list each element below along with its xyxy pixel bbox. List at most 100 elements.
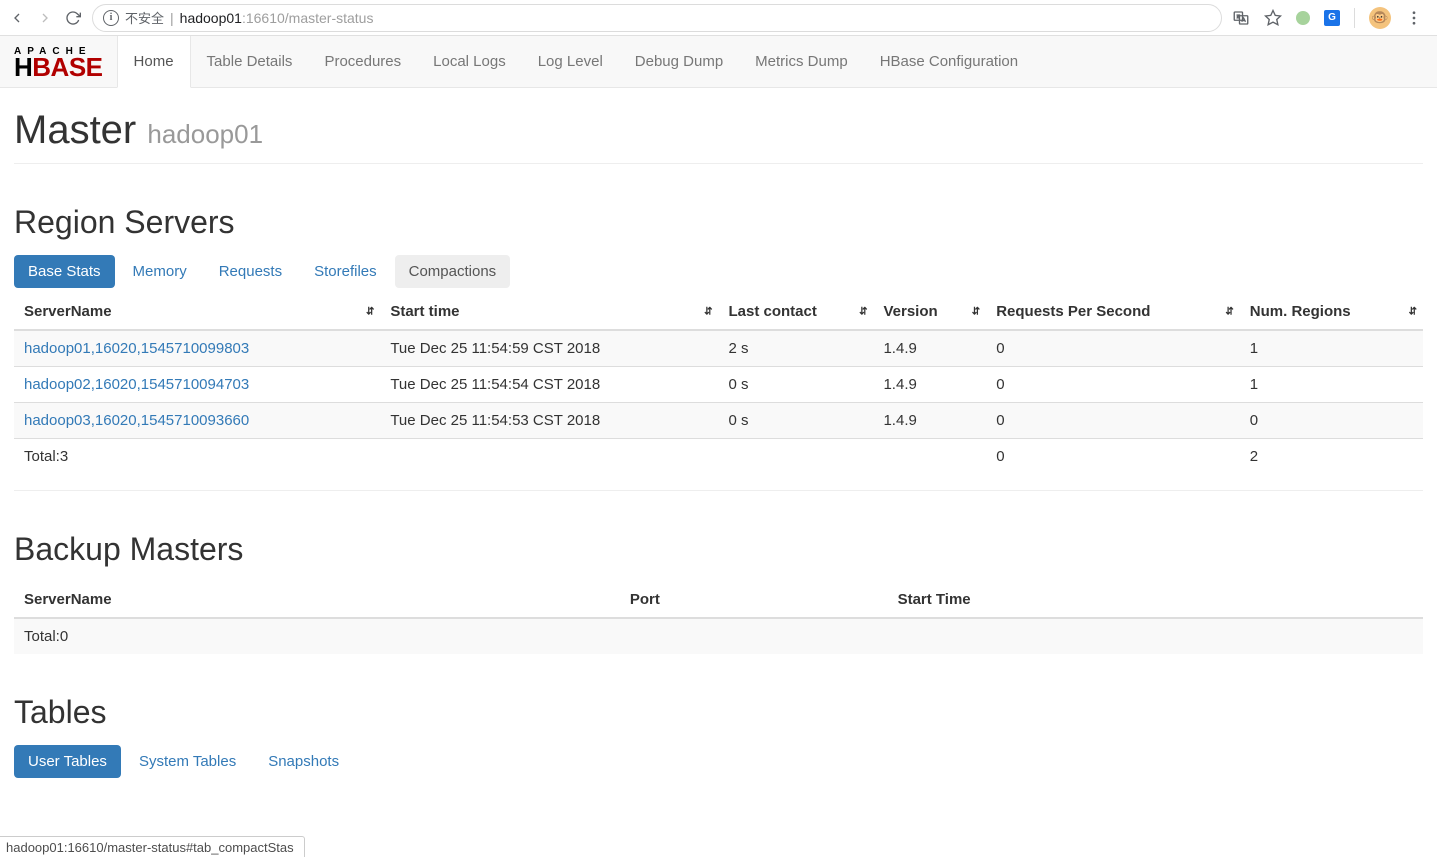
nav-item-table-details[interactable]: Table Details	[191, 36, 309, 87]
server-link[interactable]: hadoop03,16020,1545710093660	[24, 412, 249, 429]
nav-item-procedures[interactable]: Procedures	[308, 36, 417, 87]
url-port: :16610	[242, 10, 285, 26]
info-icon[interactable]: i	[103, 10, 119, 26]
column-header[interactable]: Requests Per Second⇵	[986, 294, 1240, 330]
cell-regions: 1	[1240, 367, 1423, 403]
main-navbar: APACHE HBASE HomeTable DetailsProcedures…	[0, 36, 1437, 88]
cell-last: 0 s	[718, 367, 873, 403]
column-header[interactable]: Start time⇵	[380, 294, 718, 330]
tab-link[interactable]: System Tables	[125, 745, 250, 778]
sort-icon[interactable]: ⇵	[1225, 306, 1231, 317]
cell-rps: 0	[986, 403, 1240, 439]
tab-link[interactable]: Storefiles	[300, 255, 391, 288]
footer-cell	[380, 439, 718, 475]
footer-cell	[873, 439, 986, 475]
region-servers-tabs: Base StatsMemoryRequestsStorefilesCompac…	[14, 255, 1423, 288]
tables-heading: Tables	[14, 694, 1423, 731]
nav-link[interactable]: Home	[117, 36, 191, 88]
page-title-text: Master	[14, 108, 136, 152]
nav-item-log-level[interactable]: Log Level	[522, 36, 619, 87]
nav-link[interactable]: Metrics Dump	[739, 36, 864, 87]
tab-link[interactable]: User Tables	[14, 745, 121, 778]
logo-main-text: HBASE	[14, 56, 103, 79]
sort-icon[interactable]: ⇵	[859, 306, 865, 317]
column-header[interactable]: Last contact⇵	[718, 294, 873, 330]
tab-link[interactable]: Base Stats	[14, 255, 115, 288]
extension-green-icon[interactable]	[1296, 11, 1310, 25]
nav-link[interactable]: Local Logs	[417, 36, 522, 87]
cell-rps: 0	[986, 367, 1240, 403]
cell-regions: 0	[1240, 403, 1423, 439]
nav-link[interactable]: Procedures	[308, 36, 417, 87]
column-header[interactable]: Start Time	[888, 582, 1423, 618]
sort-icon[interactable]: ⇵	[704, 306, 710, 317]
brand-logo[interactable]: APACHE HBASE	[0, 36, 117, 87]
sort-icon[interactable]: ⇵	[1409, 306, 1415, 317]
region-servers-heading: Region Servers	[14, 204, 1423, 241]
tab-user-tables[interactable]: User Tables	[14, 745, 125, 778]
tab-system-tables[interactable]: System Tables	[125, 745, 254, 778]
reload-button[interactable]	[64, 9, 82, 27]
cell-last: 2 s	[718, 330, 873, 367]
nav-item-debug-dump[interactable]: Debug Dump	[619, 36, 739, 87]
translate-icon[interactable]	[1232, 9, 1250, 27]
back-button[interactable]	[8, 9, 26, 27]
tab-base-stats[interactable]: Base Stats	[14, 255, 119, 288]
tab-requests[interactable]: Requests	[205, 255, 300, 288]
cell-version: 1.4.9	[873, 403, 986, 439]
column-header[interactable]: ServerName⇵	[14, 294, 380, 330]
cell-version: 1.4.9	[873, 330, 986, 367]
backup-masters-section: Backup Masters ServerNamePortStart Time …	[14, 531, 1423, 654]
tab-memory[interactable]: Memory	[119, 255, 205, 288]
server-link[interactable]: hadoop01,16020,1545710099803	[24, 340, 249, 357]
extension-blue-icon[interactable]: G	[1324, 10, 1340, 26]
cell-server: hadoop01,16020,1545710099803	[14, 330, 380, 367]
tab-compactions[interactable]: Compactions	[395, 255, 515, 288]
nav-link[interactable]: Log Level	[522, 36, 619, 87]
tab-link[interactable]: Compactions	[395, 255, 511, 288]
browser-status-bar: hadoop01:16610/master-status#tab_compact…	[0, 836, 305, 857]
cell-server: hadoop02,16020,1545710094703	[14, 367, 380, 403]
table-footer-row: Total:3 02	[14, 439, 1423, 475]
backup-masters-table: ServerNamePortStart Time Total:0	[14, 582, 1423, 654]
forward-button[interactable]	[36, 9, 54, 27]
cell-regions: 1	[1240, 330, 1423, 367]
table-row: hadoop02,16020,1545710094703 Tue Dec 25 1…	[14, 367, 1423, 403]
footer-cell: Total:3	[14, 439, 380, 475]
nav-link[interactable]: Debug Dump	[619, 36, 739, 87]
nav-item-metrics-dump[interactable]: Metrics Dump	[739, 36, 864, 87]
column-header[interactable]: Version⇵	[873, 294, 986, 330]
address-bar[interactable]: i 不安全 | hadoop01:16610/master-status	[92, 4, 1222, 32]
column-header[interactable]: ServerName	[14, 582, 620, 618]
nav-item-local-logs[interactable]: Local Logs	[417, 36, 522, 87]
menu-icon[interactable]	[1405, 9, 1423, 27]
region-servers-section: Region Servers Base StatsMemoryRequestsS…	[14, 204, 1423, 491]
cell-last: 0 s	[718, 403, 873, 439]
nav-link[interactable]: Table Details	[191, 36, 309, 87]
footer-cell: 0	[986, 439, 1240, 475]
nav-link[interactable]: HBase Configuration	[864, 36, 1034, 87]
tab-snapshots[interactable]: Snapshots	[254, 745, 357, 778]
browser-toolbar: i 不安全 | hadoop01:16610/master-status G 🐵	[0, 0, 1437, 36]
column-header[interactable]: Num. Regions⇵	[1240, 294, 1423, 330]
tab-link[interactable]: Snapshots	[254, 745, 353, 778]
server-link[interactable]: hadoop02,16020,1545710094703	[24, 376, 249, 393]
tab-link[interactable]: Requests	[205, 255, 296, 288]
column-header[interactable]: Port	[620, 582, 888, 618]
tab-storefiles[interactable]: Storefiles	[300, 255, 395, 288]
sort-icon[interactable]: ⇵	[972, 306, 978, 317]
nav-item-home[interactable]: Home	[117, 36, 191, 87]
backup-masters-heading: Backup Masters	[14, 531, 1423, 568]
footer-cell: 2	[1240, 439, 1423, 475]
cell-start: Tue Dec 25 11:54:54 CST 2018	[380, 367, 718, 403]
tab-link[interactable]: Memory	[119, 255, 201, 288]
url-path: /master-status	[285, 10, 374, 26]
tables-tabs: User TablesSystem TablesSnapshots	[14, 745, 1423, 778]
page-title: Master hadoop01	[14, 108, 1423, 164]
bookmark-star-icon[interactable]	[1264, 9, 1282, 27]
profile-avatar-icon[interactable]: 🐵	[1369, 7, 1391, 29]
table-row: hadoop03,16020,1545710093660Tue Dec 25 1…	[14, 403, 1423, 439]
sort-icon[interactable]: ⇵	[366, 306, 372, 317]
url-host: hadoop01	[180, 10, 242, 26]
nav-item-hbase-configuration[interactable]: HBase Configuration	[864, 36, 1034, 87]
